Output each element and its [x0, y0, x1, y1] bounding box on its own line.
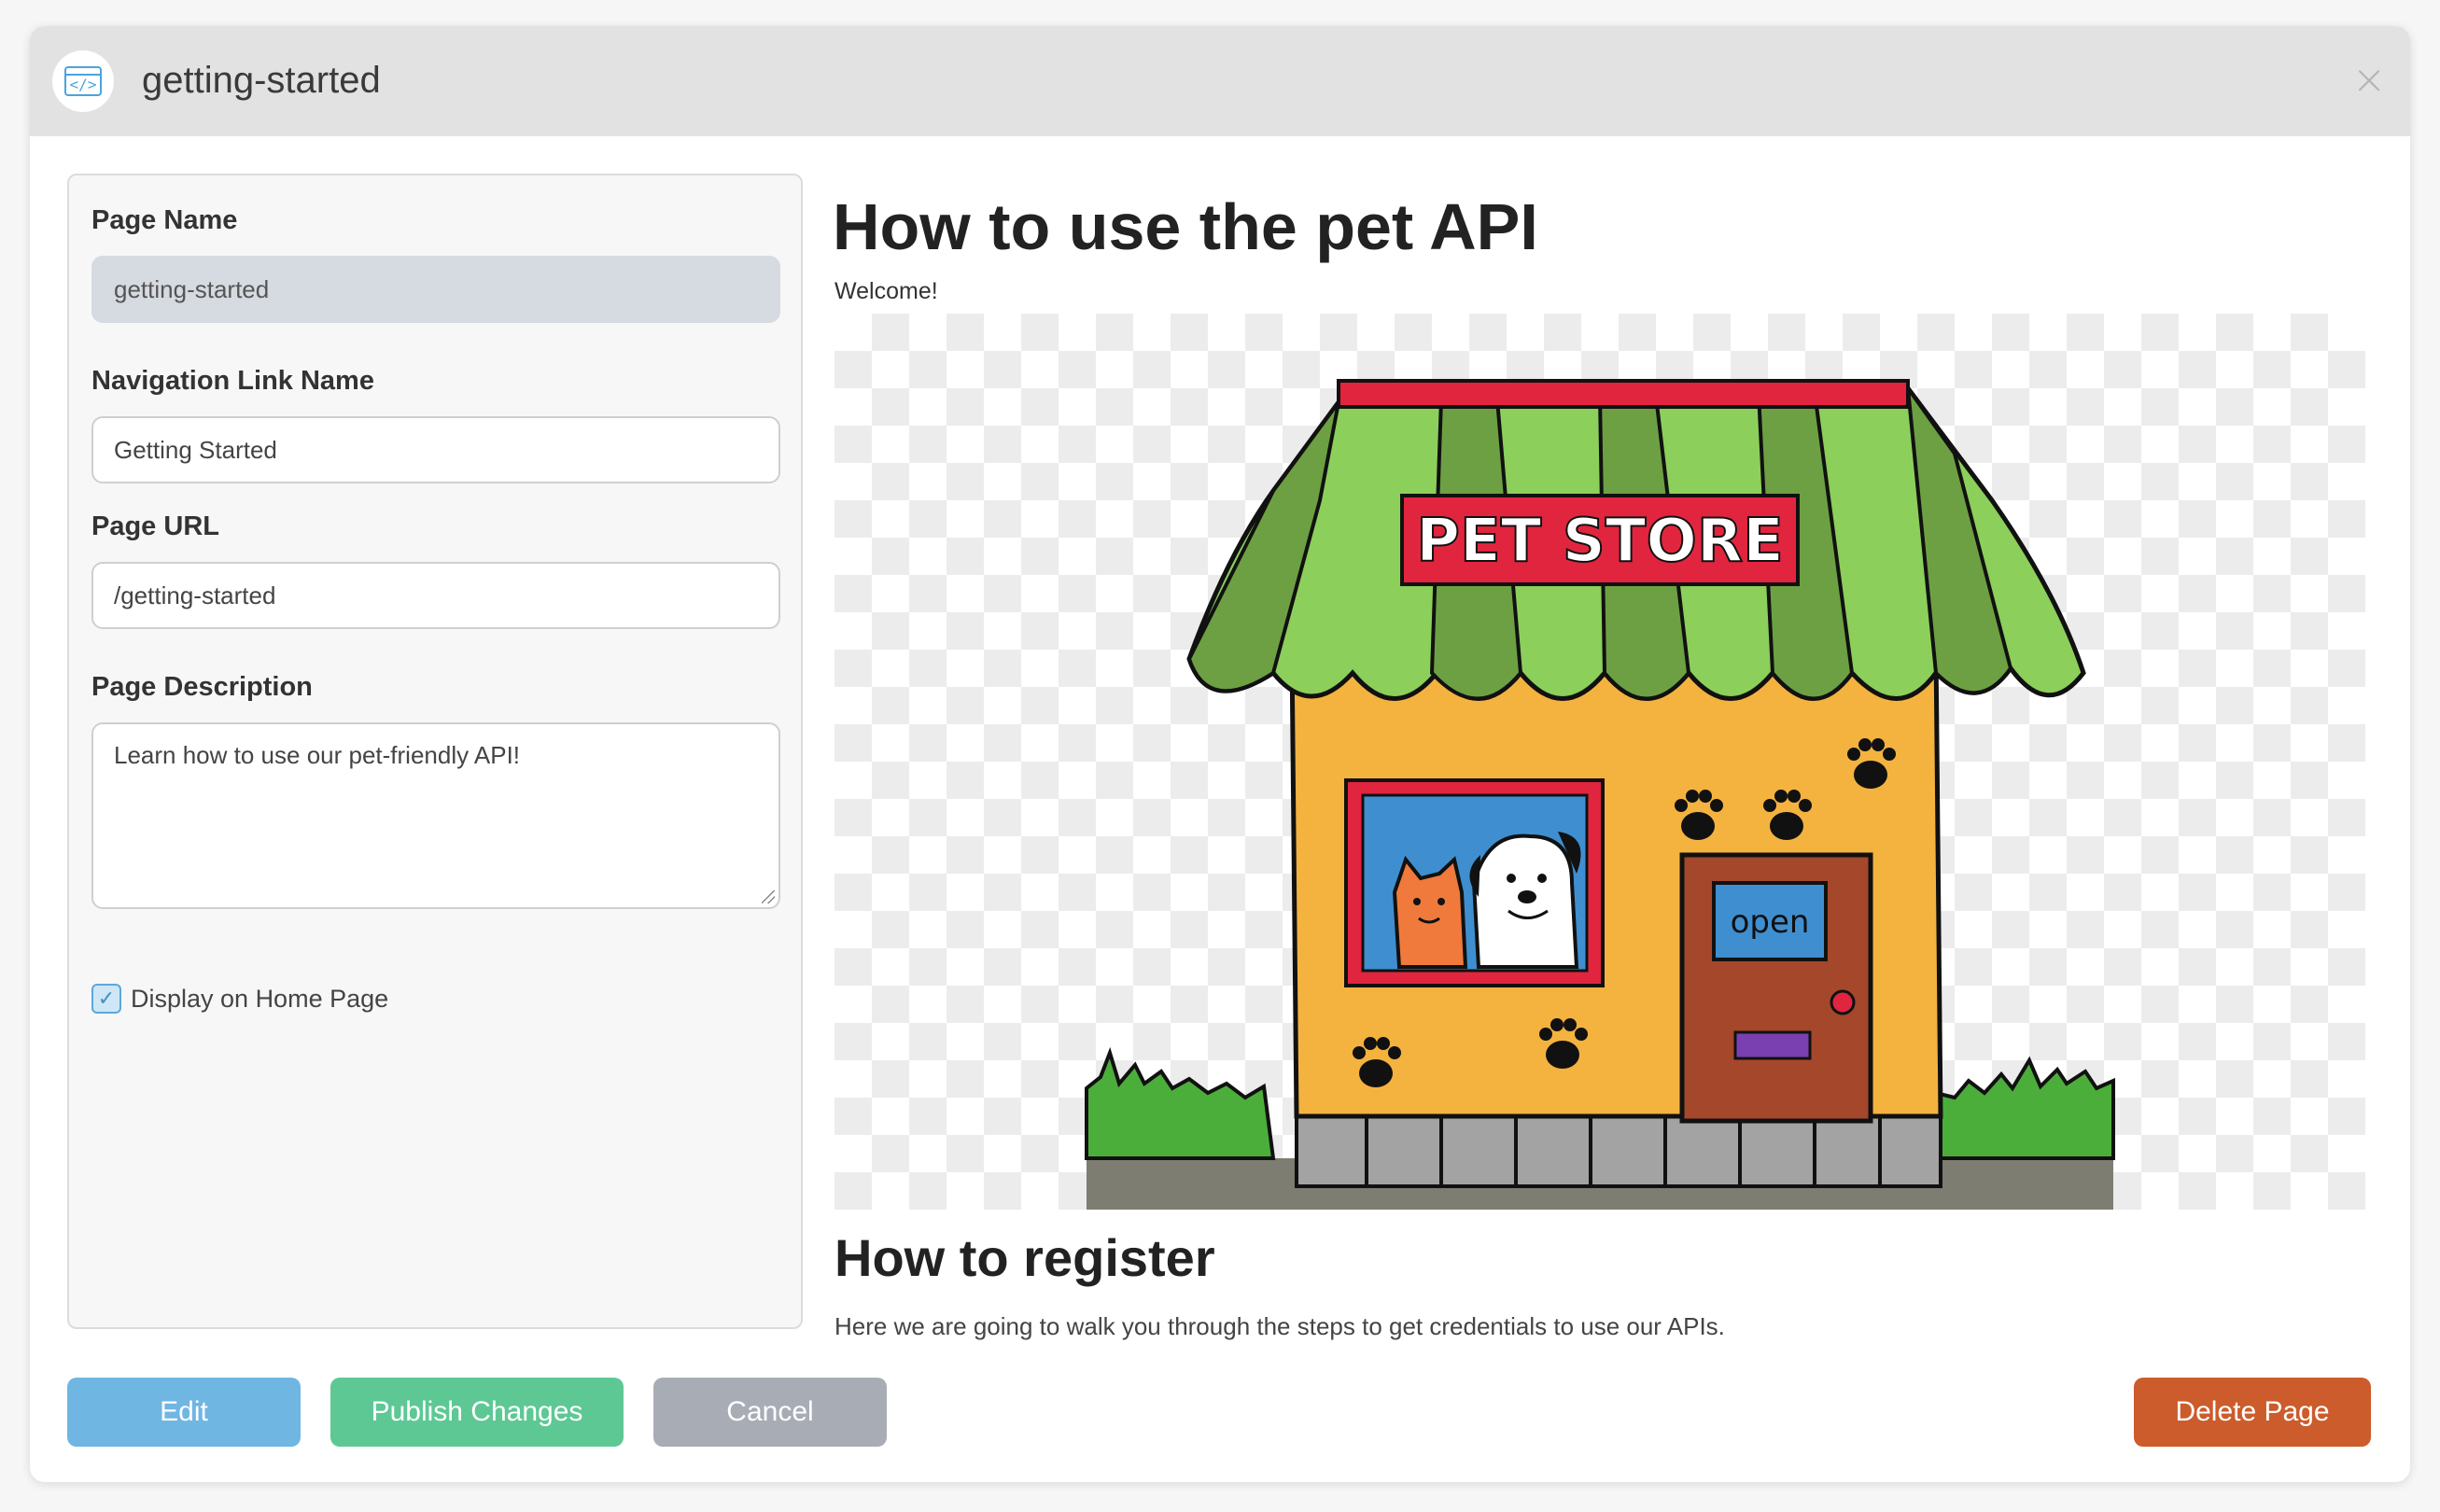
preview-paragraph: Here we are going to walk you through th…: [834, 1312, 1725, 1340]
page-editor-modal: </> getting-started × Page Name getting-…: [30, 26, 2410, 1482]
page-url-label: Page URL: [91, 511, 219, 541]
door-sign-text: open: [1731, 903, 1810, 941]
preview-heading: How to use the pet API: [833, 190, 1538, 263]
nav-link-name-label: Navigation Link Name: [91, 366, 374, 396]
page-description-text: Learn how to use our pet-friendly API!: [114, 741, 521, 769]
modal-title: getting-started: [142, 60, 381, 101]
close-icon[interactable]: ×: [2349, 60, 2390, 101]
display-on-home-row[interactable]: ✓ Display on Home Page: [91, 982, 388, 1015]
modal-header: </> getting-started ×: [30, 26, 2410, 136]
preview-subheading: How to register: [834, 1228, 1215, 1287]
preview-welcome-text: Welcome!: [834, 278, 938, 304]
pet-store-sign-text: PET STORE: [1416, 507, 1784, 576]
page-description-label: Page Description: [91, 672, 313, 702]
display-on-home-label: Display on Home Page: [131, 984, 389, 1013]
page-url-field[interactable]: /getting-started: [91, 562, 780, 629]
pet-store-illustration: open PET STORE: [834, 314, 2365, 1210]
display-on-home-checkbox[interactable]: ✓: [91, 984, 121, 1014]
publish-changes-button[interactable]: Publish Changes: [330, 1378, 624, 1447]
resize-handle-icon[interactable]: [762, 890, 775, 903]
nav-link-name-field[interactable]: Getting Started: [91, 416, 780, 483]
edit-button[interactable]: Edit: [67, 1378, 301, 1447]
cancel-button[interactable]: Cancel: [653, 1378, 887, 1447]
page-description-field[interactable]: Learn how to use our pet-friendly API!: [91, 722, 780, 909]
page-name-label: Page Name: [91, 205, 238, 235]
code-window-icon: </>: [52, 50, 114, 112]
page-settings-form: Page Name getting-started Navigation Lin…: [67, 174, 803, 1329]
delete-page-button[interactable]: Delete Page: [2134, 1378, 2371, 1447]
page-name-field[interactable]: getting-started: [91, 256, 780, 323]
